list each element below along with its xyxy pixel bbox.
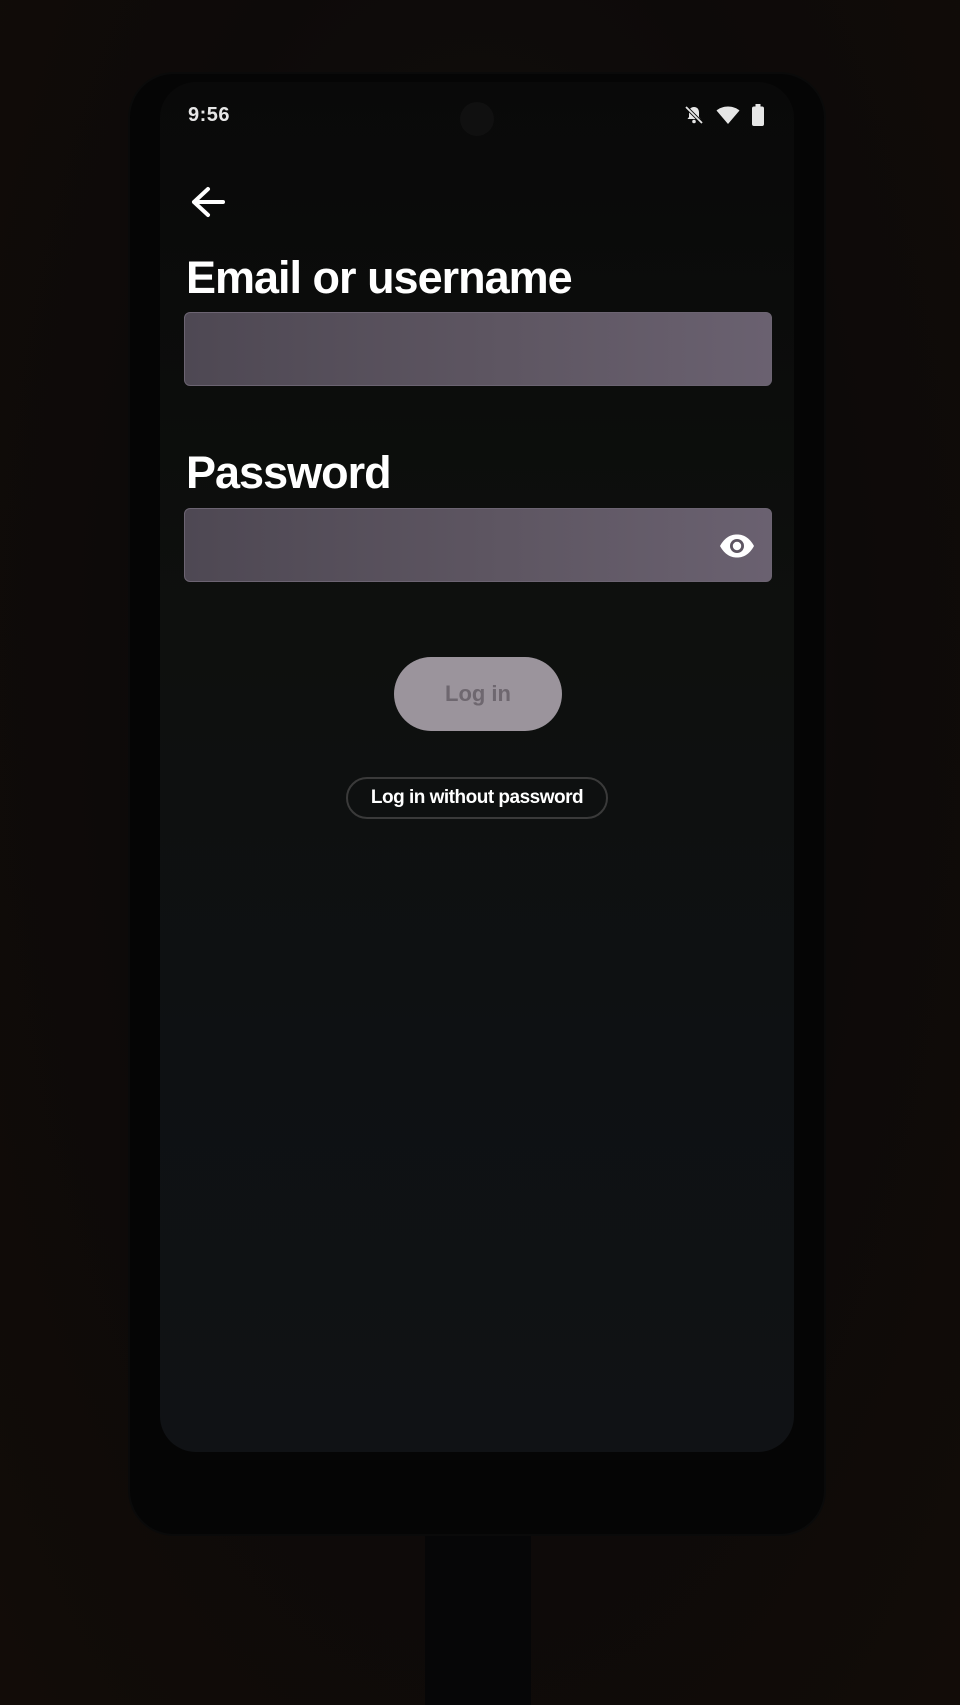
email-input[interactable]	[185, 313, 771, 385]
bell-off-icon	[684, 105, 704, 125]
phone-device: 9:56 Email or username Password Log in L…	[130, 74, 824, 1534]
wifi-icon	[716, 105, 740, 125]
password-field[interactable]	[184, 508, 772, 582]
email-label: Email or username	[186, 252, 573, 303]
status-bar: 9:56	[160, 82, 794, 146]
login-without-password-button[interactable]: Log in without password	[346, 777, 608, 819]
password-label: Password	[186, 447, 392, 498]
password-input[interactable]	[185, 509, 771, 581]
status-time: 9:56	[188, 104, 231, 126]
app-screen: 9:56 Email or username Password Log in L…	[160, 82, 794, 1452]
arrow-left-icon	[192, 187, 225, 217]
front-camera	[460, 102, 494, 136]
battery-icon	[752, 104, 764, 126]
eye-icon	[720, 534, 754, 558]
status-icons	[684, 104, 764, 126]
login-button[interactable]: Log in	[394, 657, 562, 731]
show-password-toggle[interactable]	[717, 526, 757, 566]
usb-cable	[425, 1530, 531, 1705]
back-button[interactable]	[184, 178, 232, 226]
email-field[interactable]	[184, 312, 772, 386]
